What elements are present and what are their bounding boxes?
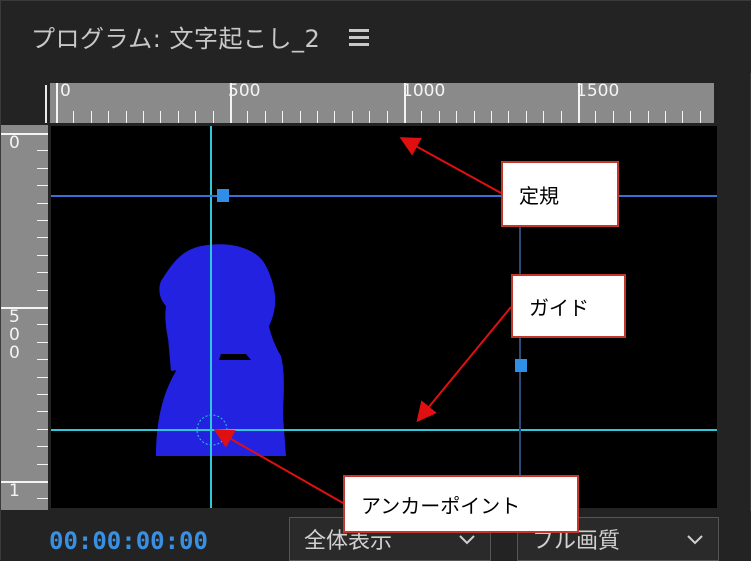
silhouette-collar xyxy=(219,354,251,360)
panel-title-bar: プログラム: 文字起こし_2 xyxy=(1,1,751,73)
horizontal-guide-cyan[interactable] xyxy=(51,429,717,431)
hruler-tick xyxy=(386,111,388,123)
panel-title[interactable]: プログラム: 文字起こし_2 xyxy=(31,19,320,54)
hamburger-menu-icon[interactable] xyxy=(349,29,369,47)
vruler-tick xyxy=(37,376,48,378)
vruler-label-0b: 0 xyxy=(9,325,20,345)
vruler-tick xyxy=(37,289,48,291)
vruler-label-0: 0 xyxy=(9,133,20,153)
hruler-tick xyxy=(334,111,336,123)
hruler-tick xyxy=(473,111,475,123)
vruler-tick xyxy=(1,133,48,135)
hruler-tick xyxy=(230,83,232,123)
hruler-tick xyxy=(177,111,179,123)
hruler-tick xyxy=(160,111,162,123)
hruler-tick xyxy=(351,111,353,123)
guide-handle-top[interactable] xyxy=(217,189,229,202)
vruler-tick xyxy=(37,150,48,152)
hruler-tick xyxy=(247,111,249,123)
hruler-tick xyxy=(682,111,684,123)
hruler-tick xyxy=(630,111,632,123)
vruler-tick xyxy=(37,202,48,204)
vruler-tick xyxy=(37,498,48,500)
vruler-tick xyxy=(37,237,48,239)
chevron-down-icon xyxy=(687,535,703,545)
hruler-tick xyxy=(508,111,510,123)
hruler-tick xyxy=(108,111,110,123)
vruler-label-5: 5 xyxy=(9,307,20,327)
hruler-label-1000: 1000 xyxy=(402,83,446,101)
horizontal-ruler[interactable]: 0 500 1000 1500 xyxy=(50,83,714,123)
hruler-tick xyxy=(543,111,545,123)
vruler-tick xyxy=(37,428,48,430)
hruler-tick xyxy=(369,111,371,123)
program-monitor-panel: プログラム: 文字起こし_2 0 500 1000 1500 0 5 0 0 1 xyxy=(0,0,751,561)
vruler-tick xyxy=(37,272,48,274)
hruler-tick xyxy=(578,83,580,123)
hruler-tick xyxy=(56,83,58,123)
vertical-guide-blue[interactable] xyxy=(519,196,521,508)
hruler-tick xyxy=(491,111,492,123)
hruler-tick xyxy=(421,111,423,123)
vruler-tick xyxy=(37,411,48,413)
vruler-tick xyxy=(37,394,48,395)
vruler-tick xyxy=(37,446,48,448)
hruler-label-500: 500 xyxy=(228,83,261,101)
hruler-tick xyxy=(282,111,284,123)
hruler-tick xyxy=(612,111,614,123)
hruler-tick xyxy=(456,111,458,123)
hruler-tick xyxy=(125,111,127,123)
hruler-label-0: 0 xyxy=(60,83,71,101)
hruler-tick xyxy=(525,111,527,123)
hruler-tick xyxy=(404,83,406,123)
vertical-guide-cyan[interactable] xyxy=(210,126,212,508)
vruler-tick xyxy=(37,220,48,221)
vruler-tick xyxy=(37,359,48,361)
vruler-label-1: 1 xyxy=(9,481,20,501)
vruler-tick xyxy=(37,254,48,256)
anchor-point-callout: アンカーポイント xyxy=(343,475,579,533)
hruler-tick xyxy=(143,111,144,123)
hruler-tick xyxy=(317,111,318,123)
guide-handle-right[interactable] xyxy=(515,359,527,372)
vruler-tick xyxy=(37,167,48,169)
vertical-ruler[interactable]: 0 5 0 0 1 xyxy=(1,125,48,510)
hruler-label-1500: 1500 xyxy=(576,83,620,101)
hruler-tick xyxy=(299,111,301,123)
ruler-callout: 定規 xyxy=(501,161,619,227)
guide-callout: ガイド xyxy=(511,274,626,338)
hruler-tick xyxy=(560,111,562,123)
character-silhouette xyxy=(156,244,286,456)
vruler-tick xyxy=(1,307,48,309)
hruler-tick xyxy=(647,111,649,123)
hruler-tick xyxy=(438,111,440,123)
hruler-tick xyxy=(665,111,666,123)
hruler-tick xyxy=(264,111,266,123)
vruler-tick xyxy=(1,481,48,483)
timecode-display[interactable]: 00:00:00:00 xyxy=(49,527,208,555)
hruler-tick xyxy=(90,111,92,123)
vruler-tick xyxy=(37,185,48,187)
hruler-tick xyxy=(699,111,701,123)
hruler-tick xyxy=(212,111,214,123)
vruler-tick xyxy=(37,463,48,465)
vruler-label-0c: 0 xyxy=(9,343,20,363)
vruler-tick xyxy=(37,341,48,343)
ruler-corner xyxy=(1,83,53,123)
hruler-tick xyxy=(73,111,75,123)
hruler-tick xyxy=(595,111,597,123)
vruler-tick xyxy=(37,324,48,326)
hruler-tick xyxy=(195,111,197,123)
